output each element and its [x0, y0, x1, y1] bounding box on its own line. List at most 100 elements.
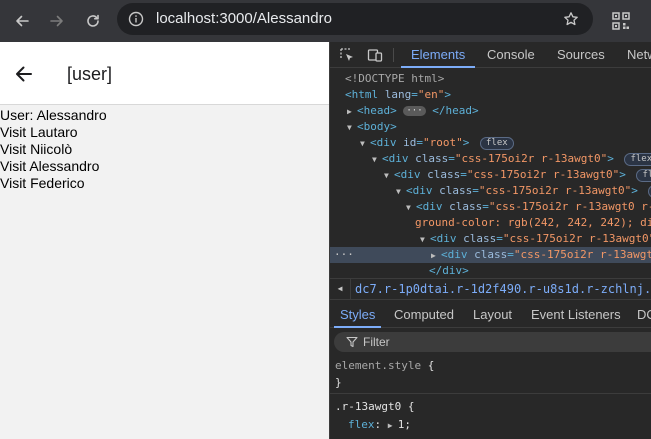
tag-html: <html — [345, 88, 379, 101]
device-toolbar-icon[interactable] — [367, 47, 383, 63]
app-header: [user] — [0, 42, 329, 105]
element-style-close: } — [335, 375, 342, 391]
dom-div-level-5[interactable]: ▼<div class="css-175oi2r r-13awgt0"> fle — [420, 231, 651, 247]
property-value: 1; — [397, 418, 411, 431]
filter-icon — [346, 336, 358, 348]
tab-computed[interactable]: Computed — [394, 302, 454, 328]
rule-selector: .r-13awgt0 — [335, 400, 402, 413]
tab-styles[interactable]: Styles — [333, 302, 382, 328]
head-ellipsis-badge[interactable]: ··· — [403, 106, 426, 116]
breadcrumb-selector[interactable]: dc7.r-1p0dtai.r-1d2f490.r-u8s1d.r-zchlnj… — [355, 279, 651, 299]
filter-placeholder: Filter — [363, 335, 390, 349]
tag-div: <div — [394, 168, 421, 181]
visit-link-alessandro[interactable]: Visit Alessandro — [0, 158, 107, 175]
expanded-triangle-icon[interactable]: ▼ — [372, 152, 382, 168]
dom-div-level-3[interactable]: ▼<div class="css-175oi2r r-13awgt0"> fle… — [396, 183, 651, 199]
rule-property-flex[interactable]: flex: ▶ 1; — [348, 417, 411, 434]
expanded-triangle-icon[interactable]: ▼ — [384, 168, 394, 184]
selected-dots[interactable]: ··· — [334, 247, 354, 263]
attr-lang: lang — [384, 88, 412, 101]
expanded-triangle-icon[interactable]: ▼ — [420, 232, 430, 248]
collapsed-triangle-icon[interactable]: ▶ — [347, 104, 357, 120]
dom-breadcrumb: ◀ dc7.r-1p0dtai.r-1d2f490.r-u8s1d.r-zchl… — [330, 278, 651, 300]
attr-class-value-long: "css-175oi2r r-13awgt0 r-1d5kdc — [488, 200, 651, 213]
browser-toolbar: localhost:3000/Alessandro — [0, 0, 651, 42]
address-bar[interactable]: localhost:3000/Alessandro — [117, 3, 593, 35]
tag-end: > — [607, 152, 614, 165]
flex-badge[interactable]: flex — [624, 153, 651, 166]
doctype-text: <!DOCTYPE html> — [345, 72, 445, 85]
expand-shorthand-triangle-icon[interactable]: ▶ — [388, 418, 398, 434]
tag-end: > — [462, 136, 470, 149]
arrow-left-icon — [16, 15, 29, 27]
attr-class: class — [463, 232, 497, 245]
tag-end: > — [619, 168, 626, 181]
dom-doctype[interactable]: <!DOCTYPE html> — [345, 71, 444, 87]
dom-div-level-4[interactable]: ▼<div class="css-175oi2r r-13awgt0 r-1d5… — [406, 199, 651, 215]
tag-div: <div — [416, 200, 443, 213]
dom-div-selected[interactable]: ··· ▶<div class="css-175oi2r r-13awgt0">… — [330, 247, 651, 263]
styles-tab-bar: Styles Computed Layout Event Listeners D… — [330, 302, 651, 328]
attr-class-value: "css-175oi2r r-13awgt0" — [478, 184, 632, 197]
styles-filter-input[interactable]: Filter — [334, 332, 651, 352]
tag-head-close: </head> — [432, 104, 479, 117]
inspect-element-icon[interactable] — [339, 47, 355, 63]
expanded-triangle-icon[interactable]: ▼ — [360, 136, 370, 152]
app-viewport: [user] User: Alessandro Visit Lautaro Vi… — [0, 42, 329, 439]
tab-dom-breakpoints[interactable]: DO — [637, 302, 651, 328]
address-url[interactable]: localhost:3000/Alessandro — [156, 3, 332, 35]
tag-div: <div — [430, 232, 457, 245]
tab-layout[interactable]: Layout — [473, 302, 512, 328]
attr-class: class — [474, 248, 508, 261]
dom-div-root[interactable]: ▼ <div id="root"> flex — [360, 135, 514, 151]
collapsed-triangle-icon[interactable]: ▶ — [431, 248, 441, 264]
close-brace: } — [335, 376, 342, 389]
dom-div-level-2[interactable]: ▼<div class="css-175oi2r r-13awgt0"> fle… — [384, 167, 651, 183]
attr-lang-value: "en" — [417, 88, 445, 101]
tag-div: <div — [370, 136, 397, 149]
tab-event-listeners[interactable]: Event Listeners — [531, 302, 621, 328]
expanded-triangle-icon[interactable]: ▼ — [406, 200, 416, 216]
forward-nav-button[interactable] — [42, 6, 72, 36]
flex-badge[interactable]: flex — [636, 169, 651, 182]
dom-style-continuation[interactable]: ground-color: rgb(242, 242, 242); displa… — [415, 215, 651, 231]
site-info-icon[interactable] — [128, 11, 144, 27]
attr-class: class — [439, 184, 473, 197]
attr-class: class — [415, 152, 449, 165]
dom-div-level-1[interactable]: ▼ <div class="css-175oi2r r-13awgt0"> fle… — [372, 151, 651, 167]
rule-selector-line[interactable]: .r-13awgt0 { — [335, 399, 414, 415]
tab-elements[interactable]: Elements — [400, 42, 476, 68]
devtools-panel: Elements Console Sources Netw <!DOCTYPE … — [329, 42, 651, 439]
qr-code-icon[interactable] — [608, 8, 634, 34]
breadcrumb-scroll-left-icon[interactable]: ◀ — [330, 279, 351, 299]
visit-link-lautaro[interactable]: Visit Lautaro — [0, 124, 107, 141]
bookmark-star-icon[interactable] — [563, 11, 579, 27]
tag-body: <body> — [357, 120, 397, 133]
dom-head[interactable]: ▶ <head> ··· </head> — [347, 103, 479, 119]
reload-button[interactable] — [78, 6, 108, 36]
expanded-triangle-icon[interactable]: ▼ — [396, 184, 406, 200]
visit-link-niicolo[interactable]: Visit Niicolò — [0, 141, 107, 158]
expanded-triangle-icon[interactable]: ▼ — [347, 120, 357, 136]
dom-html[interactable]: <html lang="en"> — [345, 87, 451, 103]
tab-sources[interactable]: Sources — [557, 42, 605, 68]
dom-div-close[interactable]: </div> — [429, 263, 469, 279]
dom-tree: <!DOCTYPE html> <html lang="en"> ▶ <head>… — [330, 68, 651, 279]
reload-icon — [87, 14, 99, 27]
tag-div: <div — [406, 184, 433, 197]
flex-badge[interactable]: flex — [480, 137, 514, 150]
visit-link-federico[interactable]: Visit Federico — [0, 175, 107, 192]
back-arrow-icon[interactable] — [14, 64, 34, 84]
tab-console[interactable]: Console — [487, 42, 535, 68]
property-name: flex — [348, 418, 375, 431]
r-13awgt0-rule: .r-13awgt0 { flex: ▶ 1; — [330, 397, 651, 439]
element-style-selector-line[interactable]: element.style { — [335, 358, 434, 374]
attr-class-value: "css-175oi2r r-13awgt0" — [454, 152, 608, 165]
tag-div: <div — [441, 248, 468, 261]
element-style-rule: element.style { } — [330, 356, 651, 394]
page-title: [user] — [67, 64, 113, 84]
back-nav-button[interactable] — [7, 6, 37, 36]
tab-network[interactable]: Netw — [627, 42, 651, 68]
arrow-right-icon — [50, 15, 63, 27]
dom-body[interactable]: ▼ <body> — [347, 119, 397, 135]
